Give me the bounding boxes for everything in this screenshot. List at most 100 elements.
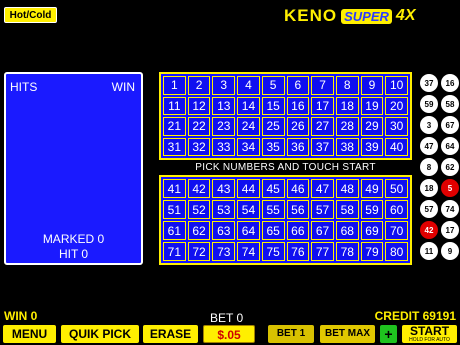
number-cell[interactable]: 20 (385, 96, 408, 115)
number-cell[interactable]: 38 (335, 137, 359, 156)
number-cell[interactable]: 80 (385, 242, 408, 261)
number-cell[interactable]: 62 (187, 221, 211, 240)
number-cell[interactable]: 53 (212, 200, 236, 219)
drawn-balls-column: 37 16 59 58 3 67 47 64 8 62 18 5 57 74 42 17 11 9 (420, 74, 460, 260)
plus-button[interactable]: + (380, 325, 397, 343)
number-cell[interactable]: 78 (335, 242, 359, 261)
menu-button[interactable]: MENU (3, 325, 56, 343)
number-cell[interactable]: 51 (163, 200, 186, 219)
drawn-ball: 11 (420, 242, 438, 260)
number-cell[interactable]: 23 (212, 117, 236, 136)
number-cell[interactable]: 35 (261, 137, 285, 156)
number-cell[interactable]: 42 (187, 179, 211, 198)
number-cell[interactable]: 36 (286, 137, 310, 156)
drawn-ball: 47 (420, 137, 438, 155)
number-cell[interactable]: 11 (163, 96, 186, 115)
number-cell[interactable]: 76 (286, 242, 310, 261)
number-cell[interactable]: 68 (335, 221, 359, 240)
number-cell[interactable]: 3 (212, 76, 236, 95)
number-cell[interactable]: 74 (237, 242, 260, 261)
drawn-ball: 37 (420, 74, 438, 92)
number-cell[interactable]: 21 (163, 117, 186, 136)
number-cell[interactable]: 32 (187, 137, 211, 156)
number-cell[interactable]: 33 (212, 137, 236, 156)
number-cell[interactable]: 55 (261, 200, 285, 219)
number-cell[interactable]: 49 (360, 179, 384, 198)
number-cell[interactable]: 27 (311, 117, 334, 136)
marked-count: MARKED 0 (42, 232, 105, 246)
number-cell[interactable]: 39 (360, 137, 384, 156)
number-cell[interactable]: 30 (385, 117, 408, 136)
number-cell[interactable]: 10 (385, 76, 408, 95)
number-cell[interactable]: 12 (187, 96, 211, 115)
number-cell[interactable]: 60 (385, 200, 408, 219)
number-cell[interactable]: 70 (385, 221, 408, 240)
number-cell[interactable]: 26 (286, 117, 310, 136)
number-cell[interactable]: 18 (335, 96, 359, 115)
number-cell[interactable]: 73 (212, 242, 236, 261)
number-cell[interactable]: 50 (385, 179, 408, 198)
drawn-ball: 42 (420, 221, 438, 239)
start-sublabel: HOLD FOR AUTO (409, 337, 450, 343)
erase-button[interactable]: ERASE (143, 325, 198, 343)
hot-cold-button[interactable]: Hot/Cold (4, 7, 57, 23)
number-cell[interactable]: 14 (237, 96, 260, 115)
bet-one-button[interactable]: BET 1 (268, 325, 314, 343)
number-cell[interactable]: 66 (286, 221, 310, 240)
number-cell[interactable]: 48 (335, 179, 359, 198)
number-cell[interactable]: 37 (311, 137, 334, 156)
number-cell[interactable]: 24 (237, 117, 260, 136)
number-cell[interactable]: 1 (163, 76, 186, 95)
denomination-button[interactable]: $.05 (203, 325, 255, 343)
number-cell[interactable]: 19 (360, 96, 384, 115)
keno-board: 1 2 3 4 5 6 7 8 9 10 11 12 13 14 15 16 17 18 19 20 21 22 23 24 2… (159, 72, 412, 265)
number-cell[interactable]: 22 (187, 117, 211, 136)
number-cell[interactable]: 63 (212, 221, 236, 240)
number-cell[interactable]: 61 (163, 221, 186, 240)
number-cell[interactable]: 64 (237, 221, 260, 240)
number-cell[interactable]: 29 (360, 117, 384, 136)
number-cell[interactable]: 77 (311, 242, 334, 261)
number-cell[interactable]: 65 (261, 221, 285, 240)
number-cell[interactable]: 72 (187, 242, 211, 261)
logo-4x-text: 4X (395, 7, 416, 24)
number-cell[interactable]: 9 (360, 76, 384, 95)
number-cell[interactable]: 13 (212, 96, 236, 115)
number-cell[interactable]: 47 (311, 179, 334, 198)
number-cell[interactable]: 56 (286, 200, 310, 219)
number-cell[interactable]: 46 (286, 179, 310, 198)
number-cell[interactable]: 34 (237, 137, 260, 156)
number-cell[interactable]: 41 (163, 179, 186, 198)
number-cell[interactable]: 28 (335, 117, 359, 136)
number-cell[interactable]: 71 (163, 242, 186, 261)
number-cell[interactable]: 45 (261, 179, 285, 198)
number-cell[interactable]: 57 (311, 200, 334, 219)
number-cell[interactable]: 52 (187, 200, 211, 219)
number-cell[interactable]: 69 (360, 221, 384, 240)
number-cell[interactable]: 59 (360, 200, 384, 219)
number-cell[interactable]: 17 (311, 96, 334, 115)
number-cell[interactable]: 79 (360, 242, 384, 261)
number-cell[interactable]: 8 (335, 76, 359, 95)
number-cell[interactable]: 6 (286, 76, 310, 95)
number-cell[interactable]: 25 (261, 117, 285, 136)
number-cell[interactable]: 43 (212, 179, 236, 198)
number-cell[interactable]: 31 (163, 137, 186, 156)
bet-max-button[interactable]: BET MAX (320, 325, 375, 343)
number-cell[interactable]: 5 (261, 76, 285, 95)
number-cell[interactable]: 4 (237, 76, 260, 95)
number-cell[interactable]: 54 (237, 200, 260, 219)
start-button[interactable]: START HOLD FOR AUTO (402, 325, 457, 343)
number-cell[interactable]: 15 (261, 96, 285, 115)
number-cell[interactable]: 44 (237, 179, 260, 198)
drawn-ball: 67 (441, 116, 459, 134)
number-cell[interactable]: 2 (187, 76, 211, 95)
number-cell[interactable]: 40 (385, 137, 408, 156)
number-cell[interactable]: 67 (311, 221, 334, 240)
number-cell[interactable]: 58 (335, 200, 359, 219)
number-cell[interactable]: 7 (311, 76, 334, 95)
quik-pick-button[interactable]: QUIK PICK (61, 325, 139, 343)
drawn-ball: 16 (441, 74, 459, 92)
number-cell[interactable]: 16 (286, 96, 310, 115)
number-cell[interactable]: 75 (261, 242, 285, 261)
